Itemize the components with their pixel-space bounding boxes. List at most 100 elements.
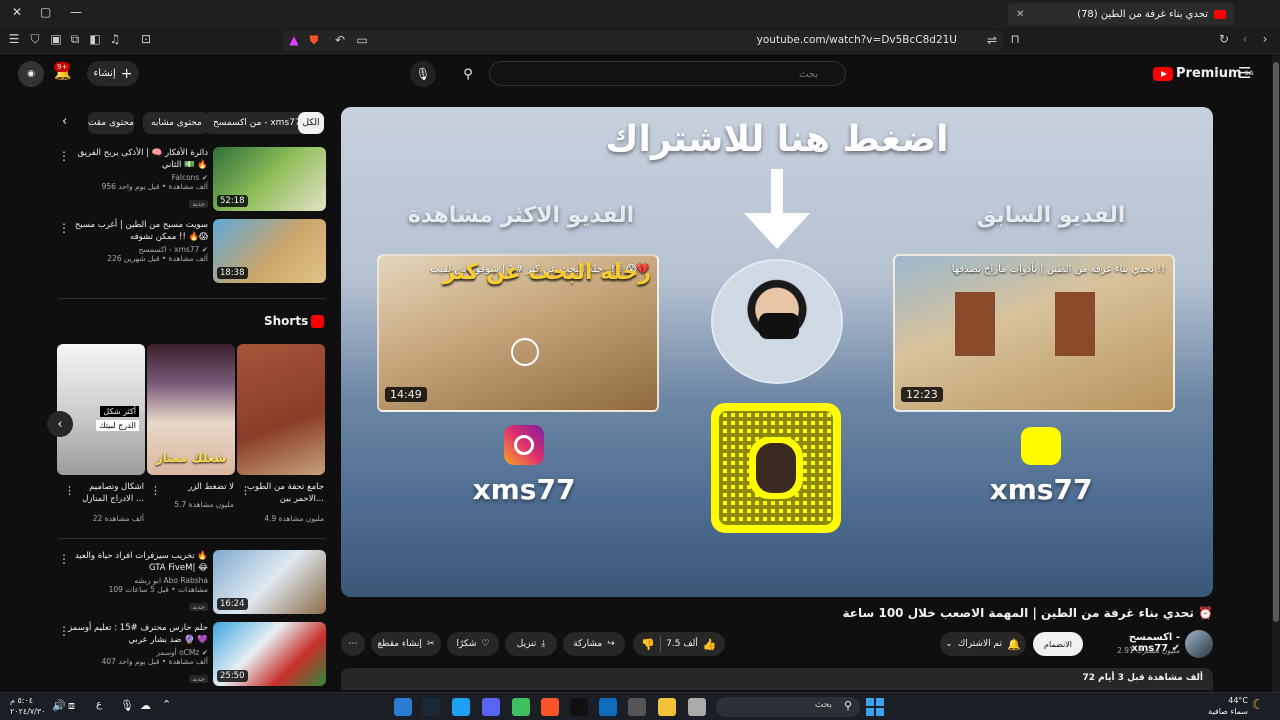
video-thumbnail[interactable]: 25:50: [213, 622, 326, 686]
short-title[interactable]: لا تضغط الزر: [154, 481, 234, 493]
language-indicator[interactable]: ع: [96, 699, 102, 710]
steam-icon[interactable]: [422, 698, 440, 716]
create-button[interactable]: إنشاء +: [87, 61, 139, 86]
file-explorer-icon[interactable]: [658, 698, 676, 716]
video-title[interactable]: دائرة الأفكار 🧠 | الأذكى يربح الفريق الث…: [68, 147, 208, 171]
store-icon[interactable]: [628, 698, 646, 716]
video-thumbnail[interactable]: 16:24: [213, 550, 326, 614]
channel-avatar-small[interactable]: [1185, 630, 1213, 658]
short-thumbnail[interactable]: أكثر شكل الدرج لبيتك: [57, 344, 145, 475]
reload-icon[interactable]: ↻: [1216, 32, 1232, 46]
sidebar-icon[interactable]: ◧: [87, 32, 103, 46]
voice-search-button[interactable]: 🎙: [410, 61, 436, 87]
sidebar-video[interactable]: ⋮ تخريب سيرفرات افراد حياة والعيد 🔥 GTA …: [58, 550, 326, 614]
video-title[interactable]: تخريب سيرفرات افراد حياة والعيد 🔥 GTA Fi…: [68, 550, 208, 574]
app-icon[interactable]: [688, 698, 706, 716]
more-options-icon[interactable]: ⋮: [64, 484, 75, 497]
thanks-button[interactable]: شكرًا ♡: [447, 632, 499, 656]
outlook-icon[interactable]: [599, 698, 617, 716]
shorts-prev-button[interactable]: ‹: [47, 411, 73, 437]
weather-temp[interactable]: 44°C: [1196, 695, 1248, 706]
menu-icon[interactable]: ☰: [6, 32, 22, 46]
more-options-icon[interactable]: ⋮: [150, 484, 161, 497]
description-box[interactable]: 72 ألف مشاهدة قبل 3 أيام: [341, 668, 1213, 690]
channel-avatar[interactable]: [711, 259, 843, 384]
more-options-icon[interactable]: ⋮: [240, 484, 251, 497]
clip-button[interactable]: إنشاء مقطع ✂: [371, 632, 441, 656]
share-button[interactable]: مشاركة ↪: [563, 632, 625, 656]
close-tab-icon[interactable]: ✕: [1008, 9, 1024, 20]
video-thumbnail[interactable]: 18:38: [213, 219, 326, 283]
app-icon[interactable]: [394, 698, 412, 716]
instagram-icon[interactable]: [504, 425, 544, 465]
close-window-icon[interactable]: ✕: [12, 5, 22, 19]
tiktok-icon[interactable]: [570, 698, 588, 716]
tray-expand-icon[interactable]: ⌃: [162, 698, 171, 711]
video-player[interactable]: اضغط هنا للاشتراك الفديو الاكثر مشاهدة ا…: [341, 107, 1213, 597]
short-title[interactable]: جامع تحفة من الطوب الاحمر بين...: [244, 481, 324, 505]
browser-tab-active[interactable]: ✕ (78) تحدي بناء غرفة من الطين: [1008, 3, 1234, 25]
weather-desc[interactable]: سماء صافية: [1196, 706, 1248, 717]
onedrive-icon[interactable]: ☁: [140, 699, 151, 712]
chip-all[interactable]: الكل: [298, 112, 324, 134]
wallet-icon[interactable]: ▣: [48, 32, 64, 46]
brave-rewards-icon[interactable]: ▲: [286, 33, 302, 47]
hamburger-menu-icon[interactable]: ☰: [1238, 64, 1251, 82]
video-title[interactable]: سويت مسبح من الطين | أغرب مسبح ممكن تشوف…: [68, 219, 208, 243]
chip-from-channel[interactable]: من اكسمسح - xms77: [205, 112, 309, 134]
music-icon[interactable]: ♫: [107, 32, 123, 46]
snapchat-icon[interactable]: [1021, 427, 1061, 465]
end-screen-card-most-viewed[interactable]: رحلة البحث عن كنز #1 | شوفوا اش لقيت !!!…: [377, 254, 659, 412]
avatar[interactable]: ◉: [18, 61, 44, 87]
chip-similar[interactable]: محتوى مشابه: [143, 112, 210, 134]
search-box[interactable]: [489, 61, 846, 86]
address-bar[interactable]: ▲ ⛊ ↶ ▭ youtube.com/watch?v=Dv5BcC8d21U …: [282, 31, 1002, 51]
start-windows-icon[interactable]: [866, 698, 884, 716]
moon-weather-icon[interactable]: ☾: [1252, 697, 1265, 713]
chips-next-icon[interactable]: ‹: [62, 114, 67, 129]
sidebar-video[interactable]: ⋮ سويت مسبح من الطين | أغرب مسبح ممكن تش…: [58, 219, 326, 283]
chip-related[interactable]: محتوى مقت: [88, 112, 134, 134]
scrollbar[interactable]: [1272, 54, 1280, 692]
restore-window-icon[interactable]: ▢: [40, 5, 51, 19]
display-icon[interactable]: ⧈: [68, 699, 75, 713]
snapchat-qr-code[interactable]: [711, 403, 841, 533]
reload-small-icon[interactable]: ↶: [332, 33, 348, 47]
more-actions-button[interactable]: ⋯: [341, 632, 365, 656]
url-text[interactable]: youtube.com/watch?v=Dv5BcC8d21U: [757, 34, 957, 46]
screenshot-icon[interactable]: ⊡: [138, 32, 154, 46]
app-icon[interactable]: [512, 698, 530, 716]
download-button[interactable]: تنزيل ⤓: [505, 632, 557, 656]
discord-icon[interactable]: [482, 698, 500, 716]
shield-icon[interactable]: ⛉: [27, 32, 43, 47]
dislike-icon[interactable]: 👎: [641, 638, 655, 651]
video-title[interactable]: حلم حارس محترف #15 : تعليم أوسمز ضد بشار…: [68, 622, 208, 646]
picture-in-picture-icon[interactable]: ▭: [354, 33, 370, 47]
twitter-icon[interactable]: [452, 698, 470, 716]
sidebar-video[interactable]: ⋮ حلم حارس محترف #15 : تعليم أوسمز ضد بش…: [58, 622, 326, 686]
volume-icon[interactable]: 🔊: [52, 699, 66, 712]
search-input[interactable]: [500, 63, 820, 86]
tabs-icon[interactable]: ⧉: [67, 32, 83, 47]
back-icon[interactable]: ‹: [1237, 32, 1253, 46]
join-button[interactable]: الانضمام: [1033, 632, 1083, 656]
end-screen-card-previous[interactable]: تحدي بناء غرفة من الطين | بأدوات ماراح ت…: [893, 254, 1175, 412]
microphone-tray-icon[interactable]: 🎙: [120, 699, 134, 712]
clock-date[interactable]: ٢٠٢٤/٧/٣٠: [10, 706, 45, 717]
scrollbar-thumb[interactable]: [1273, 62, 1279, 622]
clock-time[interactable]: ٥:٠٤ م: [10, 695, 45, 706]
search-button[interactable]: ⚲: [455, 61, 481, 87]
brave-shield-icon[interactable]: ⛊: [306, 33, 322, 48]
short-thumbnail[interactable]: [237, 344, 325, 475]
short-title[interactable]: اشكال وتصاميم الادراج المنازل ...: [64, 481, 144, 505]
sidebar-video[interactable]: ⋮ دائرة الأفكار 🧠 | الأذكى يربح الفريق ا…: [58, 147, 326, 211]
subscribed-button[interactable]: ⌄ تم الاشتراك 🔔: [940, 632, 1026, 656]
tune-icon[interactable]: ⇌: [984, 33, 1000, 47]
minimize-window-icon[interactable]: —: [70, 5, 82, 19]
taskbar-search[interactable]: بحث ⚲: [716, 697, 860, 717]
brave-icon[interactable]: [541, 698, 559, 716]
bookmark-icon[interactable]: ⊓: [1007, 32, 1023, 46]
like-icon[interactable]: 👍: [703, 638, 717, 651]
video-thumbnail[interactable]: 52:18: [213, 147, 326, 211]
short-thumbnail[interactable]: شغلك ممتاز: [147, 344, 235, 475]
